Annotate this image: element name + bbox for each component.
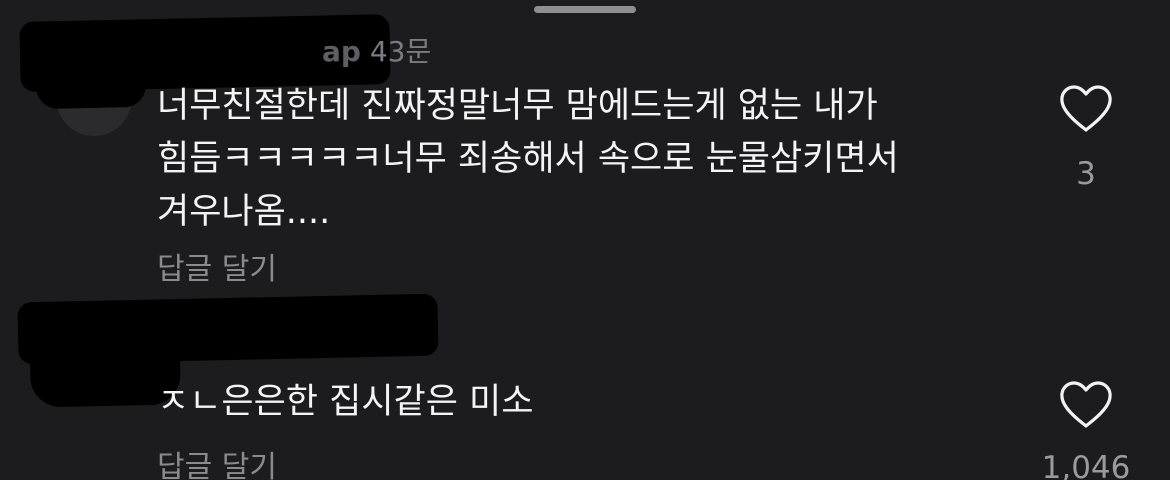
heart-outline-icon — [1060, 85, 1112, 132]
reply-button[interactable]: 답글 달기 — [157, 244, 277, 288]
comments-sheet: ap 43문 너무친절한데 진짜정말너무 맘에드는게 없는 내가 힘듬ㅋㅋㅋㅋㅋ… — [0, 0, 1170, 480]
comment-username[interactable]: ap — [322, 35, 361, 68]
redaction-mark — [35, 62, 147, 110]
sheet-grabber-handle[interactable] — [534, 6, 636, 13]
comment-text-line: 힘듬ㅋㅋㅋㅋㅋ너무 죄송해서 속으로 눈물삼키면서 — [157, 139, 899, 179]
like-button[interactable] — [1058, 84, 1114, 134]
heart-outline-icon — [1060, 381, 1112, 428]
like-count: 3 — [1076, 156, 1096, 192]
comment-text-line: 너무친절한데 진짜정말너무 맘에드는게 없는 내가 — [157, 86, 878, 126]
like-button[interactable] — [1058, 380, 1114, 430]
comment-meta: ap 43문 — [322, 30, 431, 70]
comment-text-line: ㅈㄴ은은한 집시같은 미소 — [157, 382, 534, 422]
comment-text: ㅈㄴ은은한 집시같은 미소 — [157, 376, 1017, 429]
comment-text-line: 겨우나옴.... — [157, 192, 331, 232]
comment-time: 43문 — [369, 35, 432, 68]
reply-button[interactable]: 답글 달기 — [157, 442, 277, 480]
like-count: 1,046 — [1041, 450, 1131, 480]
comment-text: 너무친절한데 진짜정말너무 맘에드는게 없는 내가 힘듬ㅋㅋㅋㅋㅋ너무 죄송해서… — [157, 80, 1017, 239]
